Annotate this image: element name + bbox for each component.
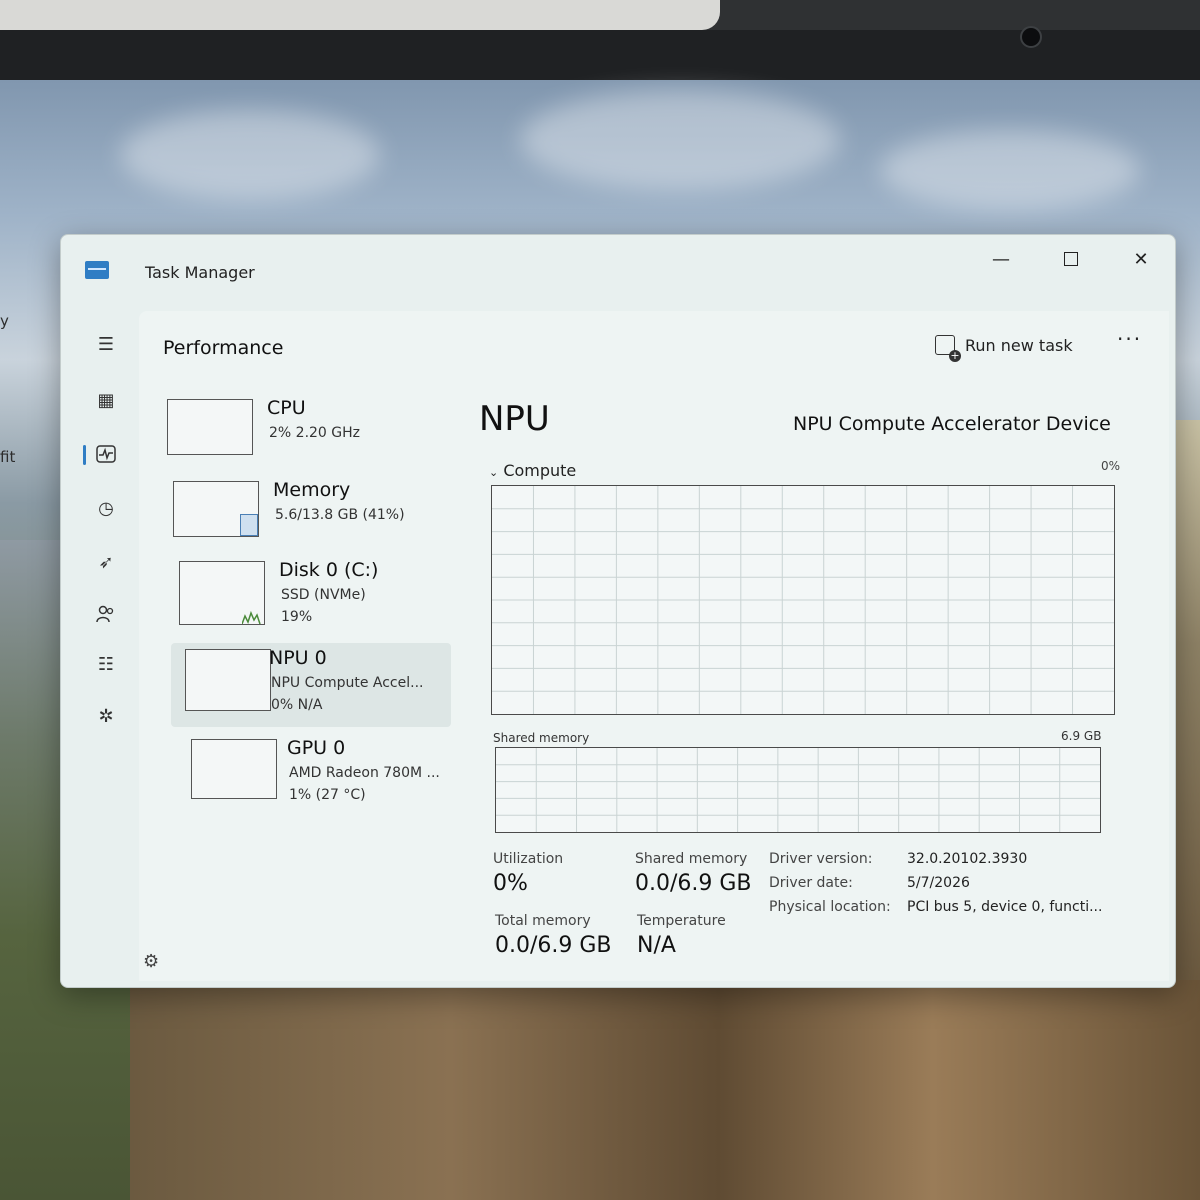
device-item-memory[interactable]: Memory 5.6/13.8 GB (41%): [159, 475, 459, 559]
compute-max-label: 0%: [1101, 459, 1121, 473]
active-indicator: [83, 445, 86, 465]
desktop-cliff: [130, 980, 1200, 1200]
device-name: CPU: [267, 397, 306, 419]
stat-label: Temperature: [637, 913, 726, 929]
driver-version-value: 32.0.20102.3930: [907, 851, 1028, 867]
device-usage: 0% N/A: [271, 697, 323, 713]
detail-device-name: NPU Compute Accelerator Device: [793, 413, 1111, 435]
npu-mini-graph: [185, 649, 271, 711]
memory-fill: [240, 514, 258, 536]
page-title: Performance: [163, 337, 284, 359]
device-item-disk[interactable]: Disk 0 (C:) SSD (NVMe) 19%: [165, 555, 465, 639]
cloud: [880, 130, 1140, 210]
utilization-stat: Utilization 0%: [493, 851, 563, 896]
stat-label: Total memory: [495, 913, 591, 929]
webcam: [1020, 26, 1042, 48]
physical-location-label: Physical location:: [769, 899, 891, 915]
detail-title: NPU: [479, 399, 550, 439]
run-new-task-button[interactable]: Run new task: [935, 329, 1073, 362]
bezel-strip: [0, 0, 720, 30]
compute-graph: [491, 485, 1115, 715]
desktop-icon-label[interactable]: fit: [0, 448, 15, 466]
task-manager-icon: [85, 261, 109, 279]
device-detail: AMD Radeon 780M ...: [289, 765, 440, 781]
shared-memory-max-label: 6.9 GB: [1061, 729, 1102, 743]
performance-icon[interactable]: [91, 439, 121, 469]
app-history-icon[interactable]: ◷: [91, 493, 121, 523]
details-icon[interactable]: ☷: [91, 649, 121, 679]
shared-memory-stat: Shared memory 0.0/6.9 GB: [635, 851, 752, 896]
performance-pane: Performance Run new task ··· CPU 2% 2.20…: [139, 311, 1169, 981]
more-options-button[interactable]: ···: [1117, 327, 1142, 351]
device-name: GPU 0: [287, 737, 346, 759]
task-manager-window: Task Manager — ✕ ☰ ▦ ◷ ➶ ☷ ✲ Performance…: [60, 234, 1176, 988]
run-task-icon: [935, 335, 961, 362]
shared-memory-grid: [496, 748, 1100, 832]
users-icon[interactable]: [91, 599, 121, 629]
window-title: Task Manager: [145, 263, 255, 282]
device-item-npu[interactable]: NPU 0 NPU Compute Accel... 0% N/A: [171, 643, 451, 727]
disk-mini-graph: [179, 561, 265, 625]
device-usage: 19%: [281, 609, 313, 625]
stat-value: 0%: [493, 871, 528, 896]
run-new-task-label: Run new task: [965, 335, 1073, 355]
driver-date-label: Driver date:: [769, 875, 853, 891]
compute-engine-selector[interactable]: ⌄ Compute: [489, 461, 576, 480]
device-name: Disk 0 (C:): [279, 559, 379, 581]
shared-memory-graph-label: Shared memory: [493, 731, 590, 745]
driver-version-label: Driver version:: [769, 851, 873, 867]
processes-icon[interactable]: ▦: [91, 385, 121, 415]
stat-label: Utilization: [493, 851, 564, 867]
memory-mini-graph: [173, 481, 259, 537]
title-bar[interactable]: Task Manager — ✕: [61, 235, 1175, 307]
stat-label: Shared memory: [635, 851, 748, 867]
stat-value: 0.0/6.9 GB: [495, 933, 612, 958]
device-detail: SSD (NVMe): [281, 587, 366, 603]
gpu-mini-graph: [191, 739, 277, 799]
screen-bezel: [0, 0, 1200, 80]
device-item-cpu[interactable]: CPU 2% 2.20 GHz: [153, 393, 453, 477]
hamburger-icon[interactable]: ☰: [91, 329, 121, 359]
stat-value: 0.0/6.9 GB: [635, 871, 752, 896]
chevron-down-icon: ⌄: [489, 466, 499, 479]
settings-icon[interactable]: ⚙: [143, 951, 159, 972]
close-button[interactable]: ✕: [1113, 241, 1169, 277]
device-name: NPU 0: [269, 647, 327, 669]
device-name: Memory: [273, 479, 351, 501]
minimize-button[interactable]: —: [973, 241, 1029, 277]
compute-grid: [492, 486, 1114, 714]
startup-apps-icon[interactable]: ➶: [91, 547, 121, 577]
desktop-icon-label[interactable]: y: [0, 312, 9, 330]
device-detail: 2% 2.20 GHz: [269, 425, 361, 441]
device-item-gpu[interactable]: GPU 0 AMD Radeon 780M ... 1% (27 °C): [177, 733, 477, 817]
maximize-button[interactable]: [1043, 241, 1099, 277]
cloud: [120, 110, 380, 200]
stat-value: N/A: [637, 933, 676, 958]
cloud: [520, 90, 840, 190]
total-memory-stat: Total memory 0.0/6.9 GB: [495, 913, 612, 958]
cpu-mini-graph: [167, 399, 253, 455]
device-detail: 5.6/13.8 GB (41%): [275, 507, 405, 523]
temperature-stat: Temperature N/A: [637, 913, 726, 958]
device-usage: 1% (27 °C): [289, 787, 366, 803]
shared-memory-graph: [495, 747, 1101, 833]
driver-date-value: 5/7/2026: [907, 875, 970, 891]
compute-label: Compute: [503, 461, 577, 480]
physical-location-value: PCI bus 5, device 0, functi...: [907, 899, 1103, 915]
services-icon[interactable]: ✲: [91, 701, 121, 731]
nav-sidebar: ☰ ▦ ◷ ➶ ☷ ✲: [79, 305, 145, 975]
device-detail: NPU Compute Accel...: [271, 675, 424, 691]
maximize-icon: [1064, 252, 1078, 266]
